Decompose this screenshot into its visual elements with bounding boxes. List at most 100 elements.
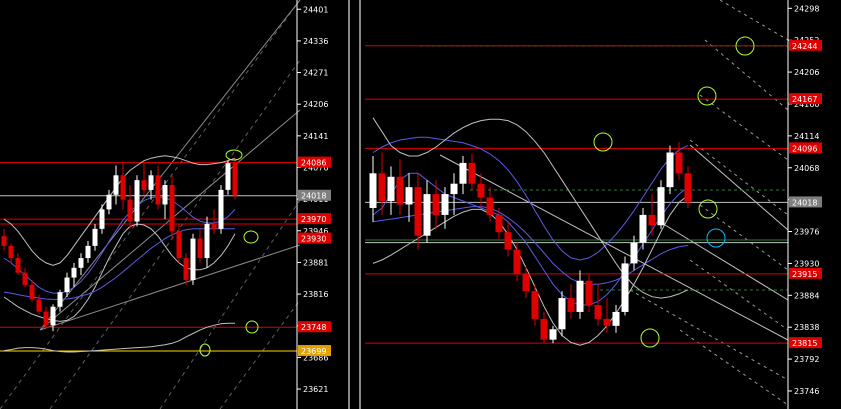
axis-tick-label: 24298 xyxy=(794,4,819,13)
candle-body xyxy=(169,185,175,232)
candle-body xyxy=(50,306,56,326)
candle-body xyxy=(197,238,203,259)
axis-tick-label: 23816 xyxy=(303,290,328,299)
price-label: 24096 xyxy=(792,144,817,153)
price-label: 23748 xyxy=(301,323,326,332)
candle-body xyxy=(549,329,557,340)
axis-tick-label: 23838 xyxy=(794,323,819,332)
candle-body xyxy=(684,173,692,203)
price-label: 23815 xyxy=(792,339,817,348)
candle-body xyxy=(22,272,28,285)
candle-body xyxy=(43,311,49,326)
candle-body xyxy=(612,311,620,326)
axis-tick-label: 24401 xyxy=(303,5,328,14)
candle-body xyxy=(513,249,521,274)
price-label: 23699 xyxy=(301,347,326,356)
axis-tick-label: 23621 xyxy=(303,385,328,394)
candle-body xyxy=(183,258,189,280)
candle-body xyxy=(71,267,77,278)
axis-tick-label: 23976 xyxy=(794,228,819,237)
candle-body xyxy=(450,183,458,195)
candle-body xyxy=(148,175,154,190)
candle-body xyxy=(162,185,168,205)
axis-tick-label: 24206 xyxy=(303,100,328,109)
candle-body xyxy=(134,180,140,222)
axis-tick-label: 24206 xyxy=(794,68,819,77)
candle-body xyxy=(621,263,629,312)
axis-tick-label: 24141 xyxy=(303,132,328,141)
candle-body xyxy=(666,152,674,188)
candle-body xyxy=(657,187,665,226)
candle-body xyxy=(468,162,476,184)
candle-body xyxy=(630,242,638,264)
axis-tick-label: 23881 xyxy=(303,258,328,267)
candle-body xyxy=(141,180,147,190)
candle-body xyxy=(459,162,467,184)
candle-body xyxy=(603,318,611,326)
candle-body xyxy=(432,194,440,215)
price-label: 24244 xyxy=(792,42,817,51)
candle-body xyxy=(92,228,98,246)
axis-tick-label: 24068 xyxy=(794,164,819,173)
axis-tick-label: 23884 xyxy=(794,291,819,300)
candle-body xyxy=(423,194,431,236)
candle-body xyxy=(405,187,413,205)
candle-body xyxy=(504,232,512,250)
candle-body xyxy=(190,238,196,280)
candle-body xyxy=(8,245,14,259)
candle-body xyxy=(675,152,683,174)
axis-tick-label: 24336 xyxy=(303,37,328,46)
candle-body xyxy=(155,175,161,205)
axis-tick-label: 23930 xyxy=(794,259,819,268)
price-label: 24086 xyxy=(301,159,326,168)
candle-body xyxy=(113,175,119,195)
price-label: 24018 xyxy=(301,192,326,201)
candle-body xyxy=(648,214,656,226)
candle-body xyxy=(127,199,133,222)
candle-body xyxy=(522,273,530,292)
candle-body xyxy=(232,163,238,196)
candle-body xyxy=(558,298,566,330)
candle-body xyxy=(78,258,84,268)
candle-body xyxy=(218,189,224,229)
axis-tick-label: 24114 xyxy=(794,132,819,141)
candle-body xyxy=(576,280,584,312)
candle-body xyxy=(15,258,21,273)
candle-body xyxy=(441,194,449,215)
candle-body xyxy=(106,194,112,210)
candle-body xyxy=(369,173,377,208)
candle-body xyxy=(204,223,210,259)
candle-body xyxy=(99,209,105,229)
candle-body xyxy=(531,291,539,319)
candle-body xyxy=(85,245,91,259)
price-label: 23930 xyxy=(301,235,326,244)
candle-body xyxy=(57,292,63,307)
price-label: 24167 xyxy=(792,95,817,104)
candle-body xyxy=(567,298,575,312)
candle-body xyxy=(120,175,126,200)
candle-body xyxy=(378,173,386,202)
candle-body xyxy=(594,305,602,319)
axis-tick-label: 23792 xyxy=(794,355,819,364)
candle-body xyxy=(477,183,485,198)
candle-body xyxy=(396,176,404,205)
candle-body xyxy=(176,231,182,259)
candle-body xyxy=(639,214,647,243)
axis-tick-label: 24271 xyxy=(303,69,328,78)
chart-root: 2440124336242712420624141240762401123946… xyxy=(0,0,841,409)
candle-body xyxy=(1,236,7,246)
candle-body xyxy=(211,223,217,229)
candle-body xyxy=(36,299,42,312)
candle-body xyxy=(540,318,548,340)
candle-body xyxy=(387,176,395,202)
axis-tick-label: 23746 xyxy=(794,387,819,396)
candle-body xyxy=(64,277,70,293)
candle-body xyxy=(225,163,231,190)
price-label: 24018 xyxy=(792,198,817,207)
price-label: 23970 xyxy=(301,215,326,224)
candle-body xyxy=(29,284,35,300)
price-label: 23915 xyxy=(792,270,817,279)
candle-body xyxy=(414,187,422,236)
candle-body xyxy=(495,214,503,233)
candle-body xyxy=(585,280,593,306)
